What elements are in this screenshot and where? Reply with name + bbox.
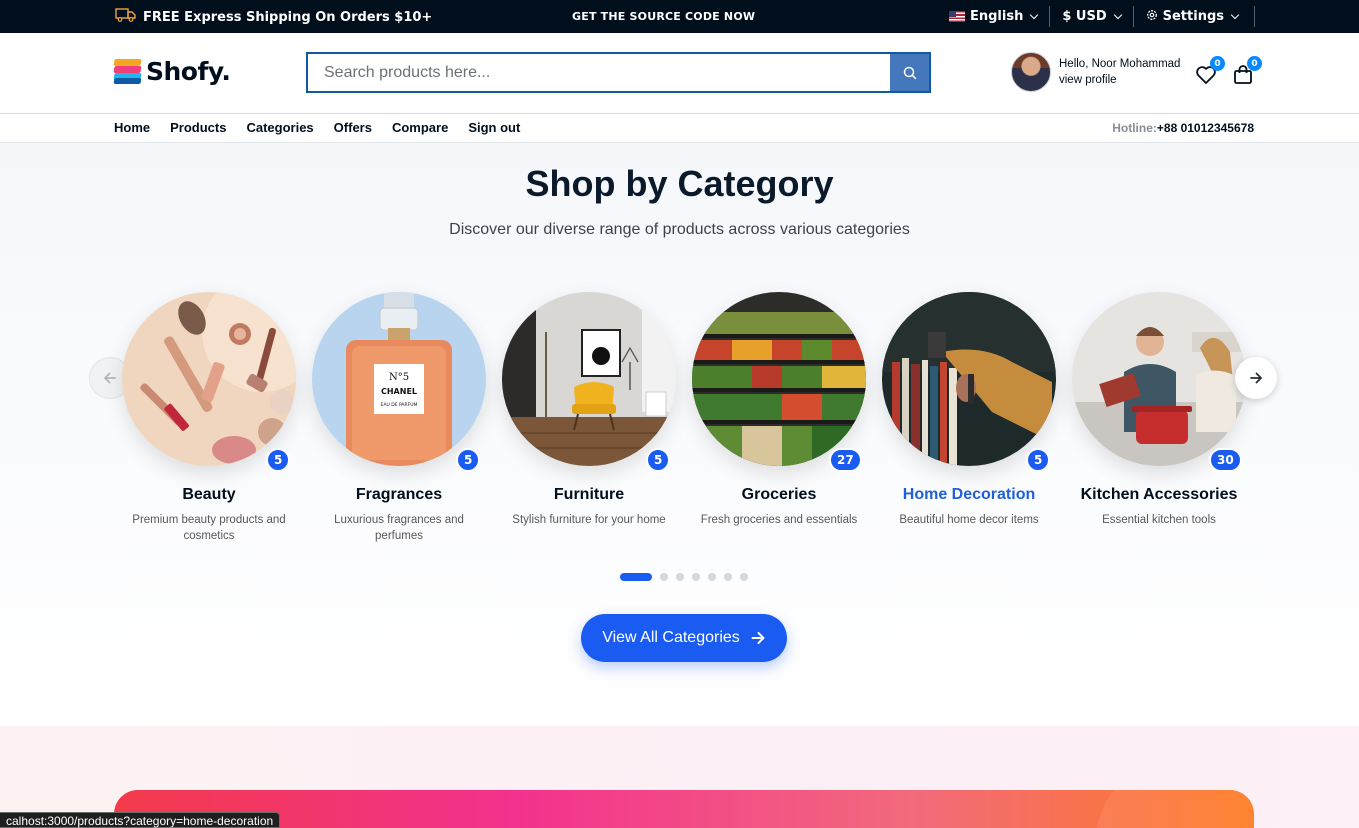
category-count-badge: 30 xyxy=(1209,448,1242,472)
arrow-right-icon xyxy=(1250,372,1262,384)
currency-label: $ USD xyxy=(1062,9,1107,24)
shipping-text: FREE Express Shipping On Orders $10+ xyxy=(143,9,433,25)
category-description: Essential kitchen tools xyxy=(1102,514,1216,526)
top-bar: FREE Express Shipping On Orders $10+ GET… xyxy=(0,0,1359,33)
settings-menu[interactable]: Settings xyxy=(1134,6,1255,27)
section-subtitle: Discover our diverse range of products a… xyxy=(449,221,910,238)
category-description: Luxurious fragrances and perfumes xyxy=(334,514,464,542)
carousel-pagination xyxy=(620,573,748,581)
pagination-dot[interactable] xyxy=(620,573,652,581)
cart-count-badge: 0 xyxy=(1247,56,1262,71)
source-code-link[interactable]: GET THE SOURCE CODE NOW xyxy=(572,10,755,23)
category-card-home-decoration[interactable]: 5 Home Decoration Beautiful home decor i… xyxy=(874,292,1064,528)
pagination-dot[interactable] xyxy=(676,573,684,581)
category-card-beauty[interactable]: 5 Beauty Premium beauty products and cos… xyxy=(114,292,304,544)
category-name[interactable]: Furniture xyxy=(494,486,684,504)
category-count-badge: 5 xyxy=(456,448,481,472)
nav-item-sign-out[interactable]: Sign out xyxy=(468,120,520,135)
category-name[interactable]: Groceries xyxy=(684,486,874,504)
category-image-fragrances[interactable]: N°5 CHANEL EAU DE PARFUM xyxy=(312,292,486,466)
category-image-kitchen-accessories[interactable] xyxy=(1072,292,1246,466)
view-profile-link[interactable]: view profile xyxy=(1059,72,1180,88)
truck-icon xyxy=(115,8,137,26)
category-count-badge: 5 xyxy=(1026,448,1051,472)
category-count-badge: 5 xyxy=(266,448,291,472)
main-header: Shofy. Hello, Noor Mohammad view profile… xyxy=(0,33,1359,114)
logo-icon xyxy=(113,58,142,85)
view-all-categories-button[interactable]: View All Categories xyxy=(581,614,787,662)
hotline[interactable]: Hotline:+88 01012345678 xyxy=(1112,121,1254,135)
chevron-down-icon xyxy=(1230,10,1240,20)
arrow-right-icon xyxy=(751,632,765,644)
avatar[interactable] xyxy=(1011,52,1051,92)
category-description: Beautiful home decor items xyxy=(899,514,1039,526)
search-icon xyxy=(903,66,916,79)
us-flag-icon xyxy=(948,11,965,22)
category-description: Premium beauty products and cosmetics xyxy=(132,514,286,542)
category-image-beauty[interactable] xyxy=(122,292,296,466)
pagination-dot[interactable] xyxy=(692,573,700,581)
pagination-dot[interactable] xyxy=(740,573,748,581)
hotline-label: Hotline: xyxy=(1112,121,1157,135)
category-count-badge: 5 xyxy=(646,448,671,472)
user-profile[interactable]: Hello, Noor Mohammad view profile xyxy=(1011,52,1180,92)
category-description: Stylish furniture for your home xyxy=(512,514,666,526)
nav-item-offers[interactable]: Offers xyxy=(334,120,372,135)
category-card-groceries[interactable]: 27 Groceries Fresh groceries and essenti… xyxy=(684,292,874,528)
perfume-label-no5: N°5 xyxy=(389,372,409,383)
carousel-next-button[interactable] xyxy=(1235,357,1277,399)
category-name[interactable]: Beauty xyxy=(114,486,304,504)
language-label: English xyxy=(969,9,1024,24)
category-description: Fresh groceries and essentials xyxy=(700,514,858,526)
category-name[interactable]: Fragrances xyxy=(304,486,494,504)
category-image-home-decoration[interactable] xyxy=(882,292,1056,466)
category-name[interactable]: Home Decoration xyxy=(874,486,1064,504)
shipping-notice: FREE Express Shipping On Orders $10+ xyxy=(115,8,432,26)
perfume-label-type: EAU DE PARFUM xyxy=(381,402,418,408)
nav-item-home[interactable]: Home xyxy=(114,120,150,135)
cart-button[interactable]: 0 xyxy=(1232,56,1262,86)
category-card-kitchen-accessories[interactable]: 30 Kitchen Accessories Essential kitchen… xyxy=(1064,292,1254,528)
main-nav: Home Products Categories Offers Compare … xyxy=(0,114,1359,143)
nav-item-products[interactable]: Products xyxy=(170,120,226,135)
gear-icon xyxy=(1146,9,1158,25)
browser-status-url: calhost:3000/products?category=home-deco… xyxy=(0,812,281,828)
nav-item-categories[interactable]: Categories xyxy=(246,120,313,135)
language-selector[interactable]: English xyxy=(937,6,1051,27)
category-card-fragrances[interactable]: N°5 CHANEL EAU DE PARFUM 5 Fragrances Lu… xyxy=(304,292,494,544)
pagination-dot[interactable] xyxy=(708,573,716,581)
cta-label: View All Categories xyxy=(602,629,740,646)
chevron-down-icon xyxy=(1113,10,1122,20)
hotline-number: +88 01012345678 xyxy=(1156,121,1254,135)
category-count-badge: 27 xyxy=(829,448,862,472)
search-bar xyxy=(306,52,931,93)
wishlist-count-badge: 0 xyxy=(1210,56,1225,71)
logo-text: Shofy. xyxy=(146,57,231,86)
shop-by-category-section: Shop by Category Discover our diverse ra… xyxy=(0,143,1359,726)
search-input[interactable] xyxy=(308,54,890,91)
pagination-dot[interactable] xyxy=(660,573,668,581)
promo-banner xyxy=(114,790,1254,828)
logo[interactable]: Shofy. xyxy=(113,57,231,86)
greeting-text: Hello, Noor Mohammad xyxy=(1059,58,1181,70)
settings-label: Settings xyxy=(1162,9,1224,24)
perfume-label-brand: CHANEL xyxy=(381,387,417,396)
category-image-groceries[interactable] xyxy=(692,292,866,466)
wishlist-button[interactable]: 0 xyxy=(1195,56,1225,86)
category-image-furniture[interactable] xyxy=(502,292,676,466)
category-name[interactable]: Kitchen Accessories xyxy=(1064,486,1254,504)
nav-item-compare[interactable]: Compare xyxy=(392,120,448,135)
section-title: Shop by Category xyxy=(525,163,834,204)
pagination-dot[interactable] xyxy=(724,573,732,581)
search-button[interactable] xyxy=(890,54,929,91)
category-card-furniture[interactable]: 5 Furniture Stylish furniture for your h… xyxy=(494,292,684,528)
chevron-down-icon xyxy=(1030,10,1039,20)
currency-selector[interactable]: $ USD xyxy=(1050,6,1134,27)
